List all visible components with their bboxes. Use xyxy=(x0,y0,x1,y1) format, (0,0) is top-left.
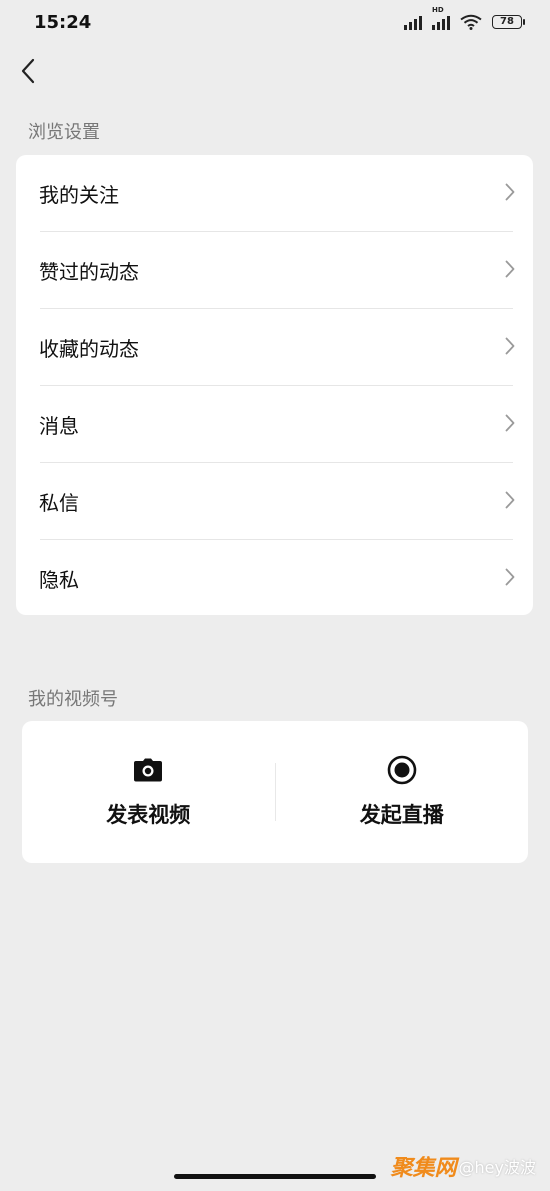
watermark-logo: 聚集网 xyxy=(390,1156,457,1181)
wifi-icon xyxy=(460,14,482,30)
start-live-button[interactable]: 发起直播 xyxy=(276,721,529,863)
settings-row-private-messages[interactable]: 私信 xyxy=(16,463,533,540)
row-label: 隐私 xyxy=(39,568,79,592)
row-label: 私信 xyxy=(39,491,79,515)
chevron-left-icon xyxy=(21,58,35,84)
hd-label: HD xyxy=(432,6,444,14)
chevron-right-icon xyxy=(505,414,515,432)
status-bar: 15:24 HD 78 xyxy=(0,0,550,48)
settings-row-privacy[interactable]: 隐私 xyxy=(16,540,533,617)
watermark: 聚集网 @hey波波 xyxy=(391,1150,536,1182)
chevron-right-icon xyxy=(505,260,515,278)
post-video-button[interactable]: 发表视频 xyxy=(22,721,275,863)
signal-icon xyxy=(404,14,422,30)
battery-icon: 78 xyxy=(492,15,525,29)
status-time: 15:24 xyxy=(34,12,92,33)
chevron-right-icon xyxy=(505,337,515,355)
settings-row-following[interactable]: 我的关注 xyxy=(16,155,533,232)
settings-row-liked-posts[interactable]: 赞过的动态 xyxy=(16,232,533,309)
back-button[interactable] xyxy=(16,56,40,86)
live-record-icon xyxy=(387,755,417,785)
post-video-label: 发表视频 xyxy=(106,803,191,827)
settings-row-messages[interactable]: 消息 xyxy=(16,386,533,463)
status-icons: HD 78 xyxy=(404,6,525,30)
row-label: 我的关注 xyxy=(39,183,119,207)
camera-icon xyxy=(134,758,163,782)
row-label: 赞过的动态 xyxy=(39,260,139,284)
chevron-right-icon xyxy=(505,491,515,509)
chevron-right-icon xyxy=(505,568,515,586)
section-title-video-account: 我的视频号 xyxy=(28,689,118,710)
battery-level: 78 xyxy=(500,16,514,27)
watermark-user: @hey波波 xyxy=(458,1158,536,1177)
settings-row-saved-posts[interactable]: 收藏的动态 xyxy=(16,309,533,386)
chevron-right-icon xyxy=(505,183,515,201)
row-label: 收藏的动态 xyxy=(39,337,139,361)
section-title-browse-settings: 浏览设置 xyxy=(28,122,100,143)
video-account-card: 发表视频 发起直播 xyxy=(22,721,528,863)
row-label: 消息 xyxy=(39,414,79,438)
browse-settings-card: 我的关注 赞过的动态 收藏的动态 消息 私信 隐私 xyxy=(16,155,533,615)
hd-signal-icon: HD xyxy=(432,6,450,30)
home-indicator[interactable] xyxy=(174,1174,376,1179)
start-live-label: 发起直播 xyxy=(359,803,444,827)
